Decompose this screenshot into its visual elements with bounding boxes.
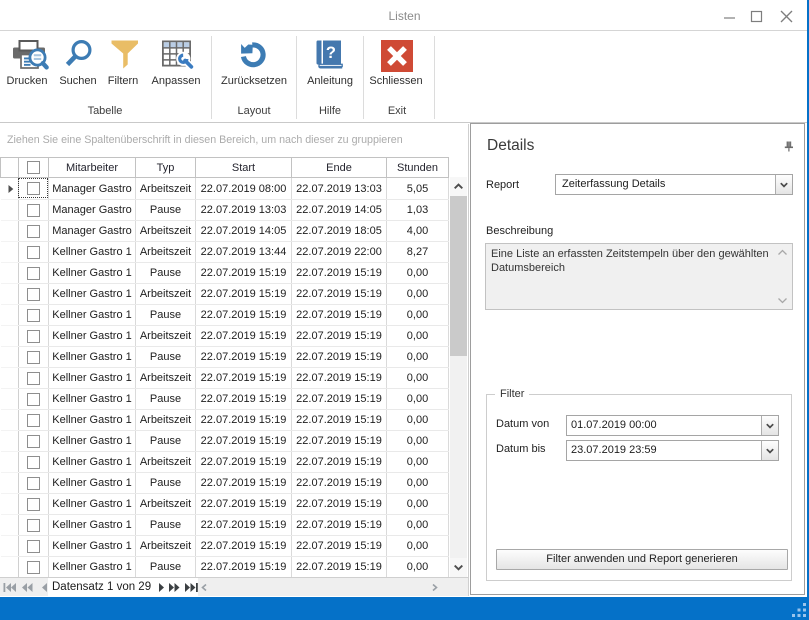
svg-text:?: ? — [326, 44, 336, 62]
